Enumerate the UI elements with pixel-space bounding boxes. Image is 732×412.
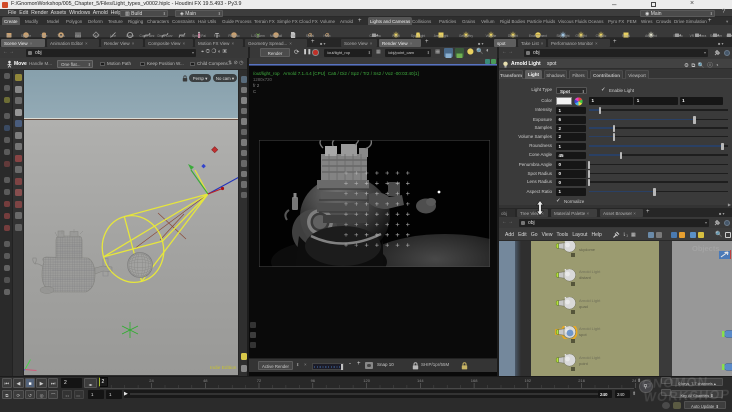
svg-text:192: 192 [524,378,531,383]
svg-text:24: 24 [149,378,154,383]
svg-text:144: 144 [417,378,424,383]
svg-text:240: 240 [632,378,636,383]
svg-text:168: 168 [471,378,478,383]
svg-text:120: 120 [363,378,370,383]
svg-text:216: 216 [578,378,585,383]
svg-text:72: 72 [257,378,262,383]
svg-text:96: 96 [311,378,316,383]
svg-text:48: 48 [203,378,208,383]
